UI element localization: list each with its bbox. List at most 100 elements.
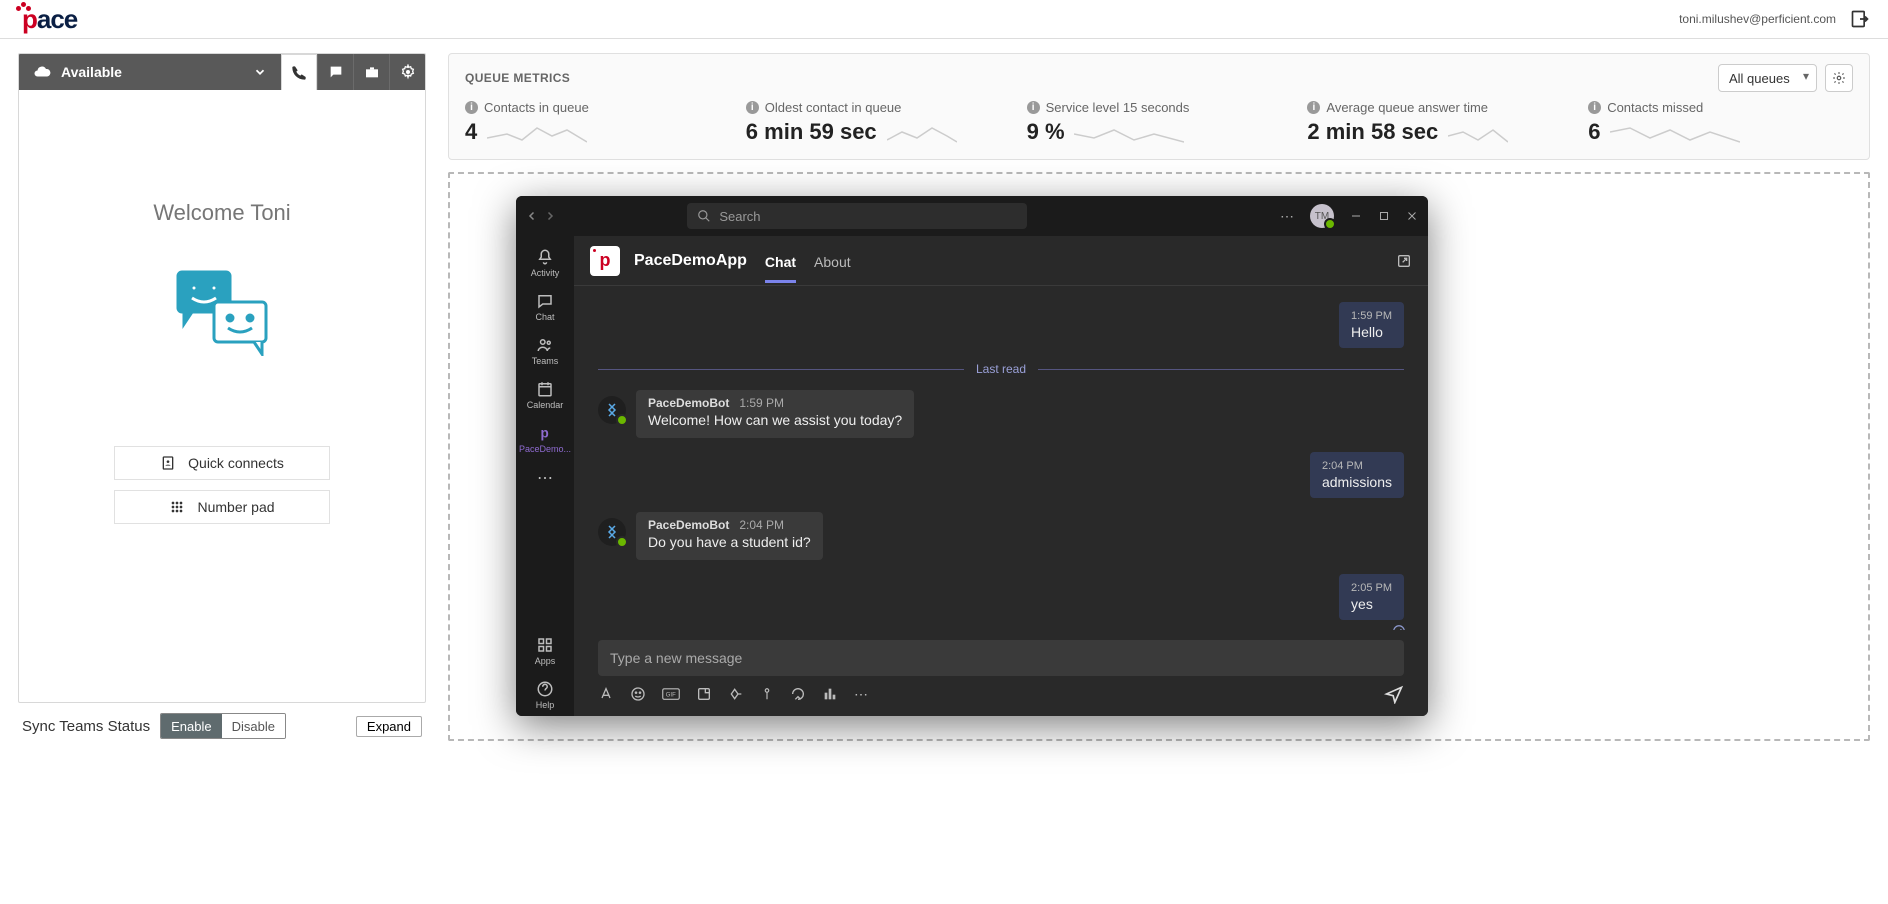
info-icon: i bbox=[1307, 101, 1320, 114]
sticker-icon[interactable] bbox=[696, 686, 712, 702]
apps-icon bbox=[536, 636, 554, 654]
agent-status-dropdown[interactable]: Available bbox=[19, 63, 239, 81]
info-icon: i bbox=[1588, 101, 1601, 114]
queue-selector[interactable]: All queues bbox=[1718, 64, 1817, 92]
tab-chat[interactable]: Chat bbox=[765, 240, 796, 282]
metric-contacts-missed: iContacts missed 6 bbox=[1588, 100, 1853, 145]
bell-icon bbox=[536, 248, 554, 266]
queue-metrics-grid: iContacts in queue 4 iOldest contact in … bbox=[449, 96, 1869, 159]
message-mine: 2:04 PM admissions bbox=[598, 452, 1404, 498]
rail-chat[interactable]: Chat bbox=[516, 286, 574, 328]
teams-search[interactable]: Search bbox=[687, 203, 1027, 229]
app-icon: p bbox=[536, 424, 554, 442]
message-mine: 2:05 PM yes bbox=[598, 574, 1404, 620]
number-pad-button[interactable]: Number pad bbox=[114, 490, 330, 524]
sync-teams-row: Sync Teams Status Enable Disable Expand bbox=[18, 711, 426, 741]
sparkline bbox=[1448, 120, 1508, 144]
contacts-icon bbox=[160, 455, 176, 471]
teams-window: Search ⋯ TM Activity Chat Teams bbox=[516, 196, 1428, 716]
gif-icon[interactable]: GIF bbox=[662, 686, 680, 702]
agent-status-text: Available bbox=[61, 64, 122, 80]
loop-icon[interactable] bbox=[790, 686, 806, 702]
metric-service-level: iService level 15 seconds 9 % bbox=[1027, 100, 1292, 145]
sync-teams-label: Sync Teams Status bbox=[22, 718, 150, 735]
minimize-icon[interactable] bbox=[1350, 210, 1362, 222]
user-email: toni.milushev@perficient.com bbox=[1679, 12, 1836, 26]
close-icon[interactable] bbox=[1406, 210, 1418, 222]
compose-area: Type a new message GIF bbox=[574, 630, 1428, 716]
app-logo-icon: p bbox=[590, 246, 620, 276]
poll-icon[interactable] bbox=[822, 686, 838, 702]
app-name: PaceDemoApp bbox=[634, 252, 747, 270]
nav-back-icon[interactable] bbox=[526, 210, 538, 222]
message-bot: PaceDemoBot1:59 PM Welcome! How can we a… bbox=[598, 390, 1404, 438]
chat-area: 1:59 PM Hello Last read PaceDemoBot1:59 … bbox=[574, 286, 1428, 630]
user-avatar[interactable]: TM bbox=[1310, 204, 1334, 228]
maximize-icon[interactable] bbox=[1378, 210, 1390, 222]
rail-apps[interactable]: Apps bbox=[516, 630, 574, 672]
more-actions-icon[interactable]: ⋯ bbox=[854, 686, 868, 703]
phone-tab[interactable] bbox=[281, 54, 317, 90]
bot-avatar-icon bbox=[598, 518, 626, 546]
settings-tab[interactable] bbox=[389, 54, 425, 90]
chat-illustration bbox=[172, 266, 272, 356]
sync-toggle: Enable Disable bbox=[160, 713, 286, 739]
chat-icon bbox=[328, 64, 344, 80]
tab-about[interactable]: About bbox=[814, 240, 851, 282]
nav-forward-icon[interactable] bbox=[544, 210, 556, 222]
logout-icon[interactable] bbox=[1850, 9, 1870, 29]
more-icon[interactable]: ⋯ bbox=[1280, 208, 1294, 225]
help-icon bbox=[536, 680, 554, 698]
sparkline bbox=[1610, 120, 1740, 144]
rail-activity[interactable]: Activity bbox=[516, 242, 574, 284]
softphone-panel: Available bbox=[18, 53, 426, 703]
message-mine: 1:59 PM Hello bbox=[598, 302, 1404, 348]
rail-pacedemo-app[interactable]: pPaceDemo... bbox=[516, 418, 574, 460]
sparkline bbox=[1074, 120, 1184, 144]
calendar-icon bbox=[536, 380, 554, 398]
sparkline bbox=[487, 120, 587, 144]
sync-enable-button[interactable]: Enable bbox=[161, 714, 221, 738]
number-pad-label: Number pad bbox=[197, 499, 274, 515]
info-icon: i bbox=[746, 101, 759, 114]
rail-help[interactable]: Help bbox=[516, 674, 574, 716]
format-icon[interactable] bbox=[598, 686, 614, 702]
rail-teams[interactable]: Teams bbox=[516, 330, 574, 372]
queue-settings-button[interactable] bbox=[1825, 64, 1853, 92]
queue-metrics-title: QUEUE METRICS bbox=[465, 71, 570, 85]
sync-disable-button[interactable]: Disable bbox=[222, 714, 285, 738]
extensions-icon[interactable] bbox=[728, 686, 744, 702]
teams-icon bbox=[536, 336, 554, 354]
gear-icon bbox=[1832, 71, 1846, 85]
send-icon[interactable] bbox=[1384, 684, 1404, 704]
compose-input[interactable]: Type a new message bbox=[598, 640, 1404, 676]
cloud-icon bbox=[33, 63, 51, 81]
phone-icon bbox=[291, 65, 307, 81]
pace-logo: pace bbox=[18, 4, 77, 35]
message-bot: PaceDemoBot2:04 PM Do you have a student… bbox=[598, 512, 1404, 560]
popout-icon[interactable] bbox=[1396, 253, 1412, 269]
last-read-divider: Last read bbox=[598, 362, 1404, 376]
quick-connects-button[interactable]: Quick connects bbox=[114, 446, 330, 480]
chevron-down-icon[interactable] bbox=[239, 65, 281, 79]
tasks-tab[interactable] bbox=[353, 54, 389, 90]
search-icon bbox=[697, 209, 711, 223]
rail-more[interactable]: ⋯ bbox=[516, 462, 574, 494]
briefcase-icon bbox=[364, 64, 380, 80]
chat-tab[interactable] bbox=[317, 54, 353, 90]
chat-icon bbox=[536, 292, 554, 310]
search-placeholder: Search bbox=[719, 209, 760, 224]
metric-contacts-in-queue: iContacts in queue 4 bbox=[465, 100, 730, 145]
gear-icon bbox=[400, 64, 416, 80]
stream-icon[interactable] bbox=[760, 686, 774, 702]
agent-status-bar: Available bbox=[19, 54, 425, 90]
svg-text:GIF: GIF bbox=[666, 692, 676, 698]
emoji-icon[interactable] bbox=[630, 686, 646, 702]
metric-avg-answer-time: iAverage queue answer time 2 min 58 sec bbox=[1307, 100, 1572, 145]
dialpad-icon bbox=[169, 499, 185, 515]
info-icon: i bbox=[1027, 101, 1040, 114]
queue-metrics-panel: QUEUE METRICS All queues iContacts in qu… bbox=[448, 53, 1870, 160]
rail-calendar[interactable]: Calendar bbox=[516, 374, 574, 416]
welcome-text: Welcome Toni bbox=[153, 200, 290, 226]
expand-button[interactable]: Expand bbox=[356, 716, 422, 737]
